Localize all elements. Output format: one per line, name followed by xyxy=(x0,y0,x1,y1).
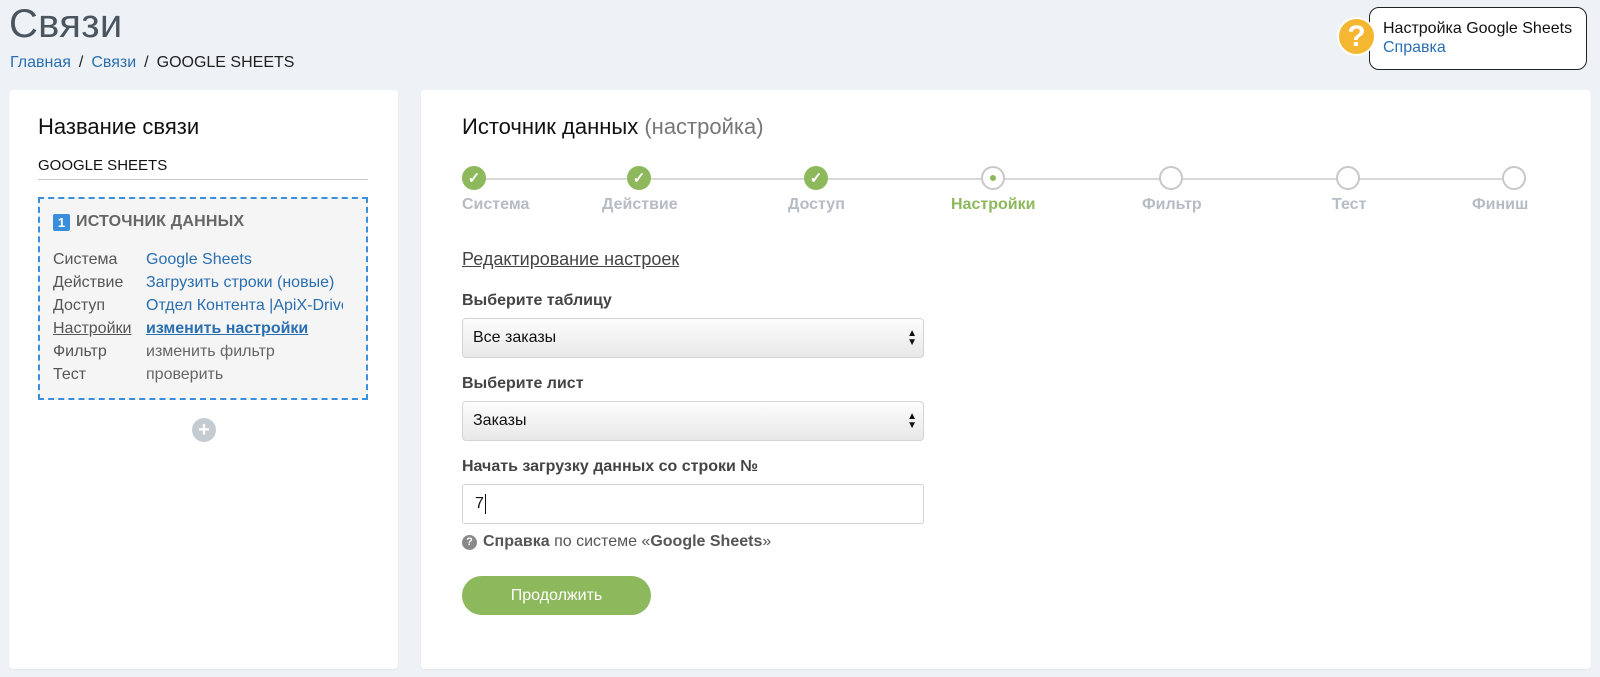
system-help-prefix: Справка xyxy=(483,533,550,550)
check-icon: ✓ xyxy=(462,166,486,190)
source-row-key: Настройки xyxy=(53,320,132,337)
data-source-heading: ИСТОЧНИК ДАННЫХ xyxy=(76,213,245,230)
source-filter-link[interactable]: изменить фильтр xyxy=(146,343,275,360)
connection-name-title: Название связи xyxy=(38,114,200,139)
table-select-label: Выберите таблицу xyxy=(462,292,612,309)
source-system-link[interactable]: Google Sheets xyxy=(146,251,252,268)
source-row-key: Действие xyxy=(53,274,124,291)
sheet-select-value: Заказы xyxy=(473,412,527,429)
connection-panel: Название связи GOOGLE SHEETS 1 ИСТОЧНИК … xyxy=(9,90,398,669)
step-label: Доступ xyxy=(788,196,845,213)
source-access-link[interactable]: Отдел Контента |ApiX-Drive xyxy=(146,296,343,316)
check-icon: ✓ xyxy=(627,166,651,190)
start-row-value: 7 xyxy=(475,495,484,512)
help-widget-title: Настройка Google Sheets xyxy=(1383,20,1573,37)
system-help-suffix: » xyxy=(762,533,772,550)
start-row-input[interactable]: 7 xyxy=(462,484,924,524)
table-select[interactable]: Все заказы ▲ ▼ xyxy=(462,318,924,358)
source-settings-link[interactable]: изменить настройки xyxy=(146,320,308,337)
settings-panel: Источник данных (настройка) ✓ Система ✓ … xyxy=(421,90,1591,669)
system-help-middle: по системе « xyxy=(554,533,651,550)
help-question-icon[interactable]: ? xyxy=(1337,17,1376,56)
source-row-action: Действие Загрузить строки (новые) xyxy=(53,273,334,293)
breadcrumb-separator: / xyxy=(78,54,84,71)
system-help-line: ? Справка по системе «Google Sheets» xyxy=(462,533,771,551)
source-row-key: Фильтр xyxy=(53,343,107,360)
breadcrumb-current: GOOGLE SHEETS xyxy=(156,54,295,71)
step-number-badge: 1 xyxy=(53,213,70,231)
table-select-value: Все заказы xyxy=(473,329,557,346)
source-row-settings: Настройки изменить настройки xyxy=(53,319,308,339)
breadcrumb-links-link[interactable]: Связи xyxy=(91,54,136,71)
step-label: Финиш xyxy=(1472,196,1529,213)
start-row-label: Начать загрузку данных со строки № xyxy=(462,458,759,475)
data-source-block[interactable]: 1 ИСТОЧНИК ДАННЫХ Система Google Sheets Д… xyxy=(38,197,368,400)
main-title-sub: (настройка) xyxy=(644,114,764,139)
help-widget-link[interactable]: Справка xyxy=(1383,39,1446,57)
step-label: Система xyxy=(462,196,530,213)
progress-steps: ✓ Система ✓ Действие ✓ Доступ Настройки … xyxy=(462,166,1529,216)
sheet-select[interactable]: Заказы ▲ ▼ xyxy=(462,401,924,441)
connection-name-field[interactable]: GOOGLE SHEETS xyxy=(38,157,368,180)
add-block-button[interactable]: + xyxy=(192,418,216,442)
pending-step-icon xyxy=(1336,166,1360,190)
source-row-filter: Фильтр изменить фильтр xyxy=(53,342,275,362)
text-caret xyxy=(484,493,486,514)
source-row-key: Система xyxy=(53,251,118,268)
source-test-link[interactable]: проверить xyxy=(146,366,223,383)
sheet-select-label: Выберите лист xyxy=(462,375,584,392)
step-label: Фильтр xyxy=(1142,196,1202,213)
data-source-header: 1 ИСТОЧНИК ДАННЫХ xyxy=(53,213,244,231)
select-arrows-icon: ▲ ▼ xyxy=(907,411,917,431)
main-title: Источник данных (настройка) xyxy=(462,114,764,140)
source-row-system: Система Google Sheets xyxy=(53,250,252,270)
breadcrumb: Главная / Связи / GOOGLE SHEETS xyxy=(10,53,294,73)
step-label: Настройки xyxy=(951,196,1036,213)
source-row-test: Тест проверить xyxy=(53,365,223,385)
system-help-text[interactable]: Справка по системе «Google Sheets» xyxy=(483,533,771,551)
step-label: Тест xyxy=(1332,196,1367,213)
pending-step-icon xyxy=(1502,166,1526,190)
source-row-key: Тест xyxy=(53,366,87,383)
continue-button[interactable]: Продолжить xyxy=(462,576,651,615)
help-widget: Настройка Google Sheets Справка xyxy=(1369,7,1587,70)
page-title: Связи xyxy=(9,2,123,46)
pending-step-icon xyxy=(1159,166,1183,190)
main-title-text: Источник данных xyxy=(462,114,639,139)
source-row-access: Доступ Отдел Контента |ApiX-Drive xyxy=(53,296,343,316)
help-circle-icon: ? xyxy=(462,534,477,550)
step-label: Действие xyxy=(602,196,678,213)
breadcrumb-separator: / xyxy=(144,54,149,71)
breadcrumb-home-link[interactable]: Главная xyxy=(10,54,71,71)
source-row-key: Доступ xyxy=(53,297,106,314)
check-icon: ✓ xyxy=(804,166,828,190)
edit-settings-heading[interactable]: Редактирование настроек xyxy=(462,249,679,270)
system-help-system: Google Sheets xyxy=(650,533,763,550)
select-arrows-icon: ▲ ▼ xyxy=(907,328,917,348)
current-step-icon xyxy=(981,166,1005,190)
source-action-link[interactable]: Загрузить строки (новые) xyxy=(146,274,334,291)
